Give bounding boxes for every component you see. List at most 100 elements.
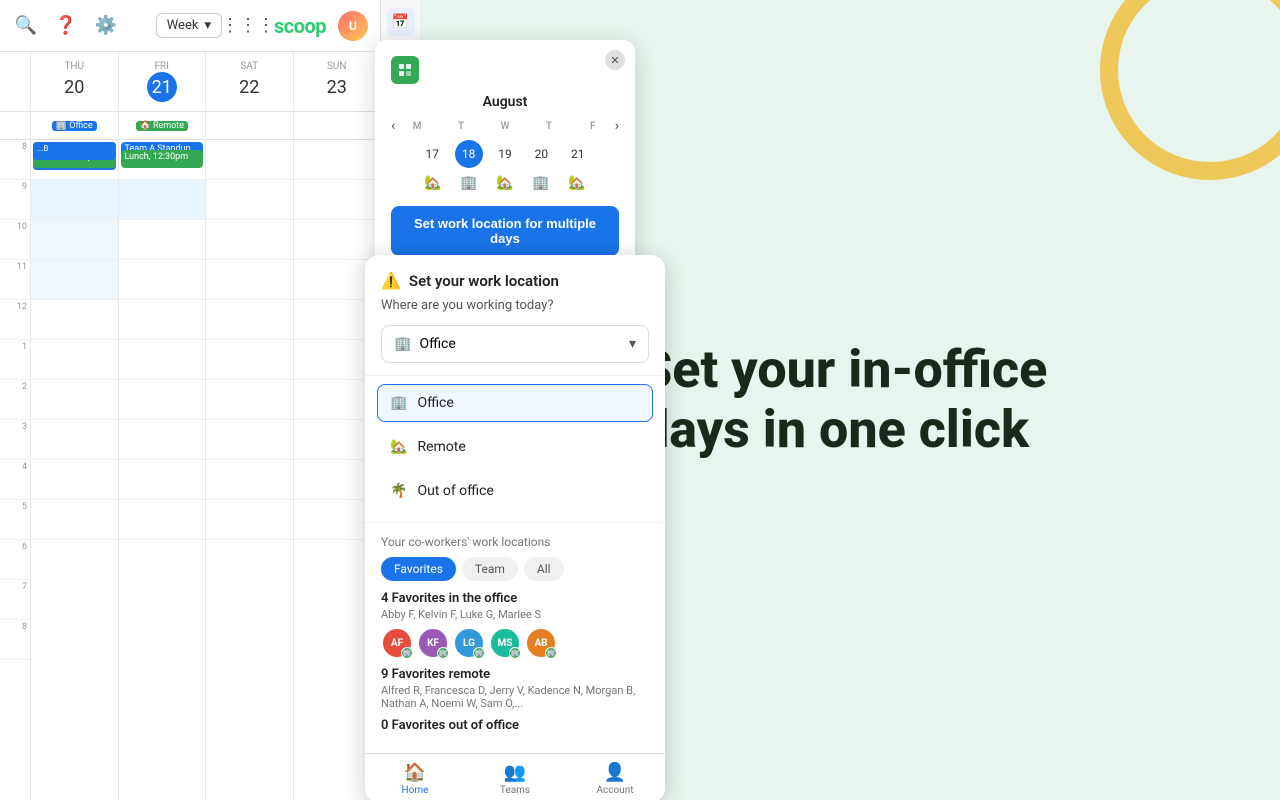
group-remote: 9 Favorites remote Alfred R, Francesca D… (381, 667, 649, 710)
mini-day-19[interactable]: 19 (491, 140, 519, 168)
sun-status-chip (293, 112, 381, 139)
search-icon[interactable]: 🔍 (12, 12, 40, 40)
event-flow-thu[interactable]: ...B (33, 142, 116, 160)
option-office-label: Office (417, 395, 453, 411)
popup-close-button[interactable]: ✕ (605, 50, 625, 70)
nav-home-label: Home (402, 785, 429, 796)
side-calendar-icon[interactable]: 📅 (387, 8, 415, 36)
location-picker-header: ⚠️ Set your work location Where are you … (365, 255, 665, 376)
icon-20: 🏢 (523, 172, 559, 194)
office-building-icon: 🏢 (394, 336, 411, 352)
nav-account[interactable]: 👤 Account (565, 758, 665, 800)
group-out-of-office: 0 Favorites out of office (381, 718, 649, 733)
nav-home[interactable]: 🏠 Home (365, 758, 465, 800)
sat-column (205, 140, 293, 800)
nav-account-label: Account (596, 785, 633, 796)
chevron-down-icon: ▾ (204, 18, 211, 33)
col-thu: THU 20 (30, 52, 118, 111)
out-of-office-icon: 🌴 (390, 483, 407, 499)
bottom-navigation: 🏠 Home 👥 Teams 👤 Account (365, 753, 665, 800)
day-header-w: W (483, 119, 527, 134)
group-remote-title: 9 Favorites remote (381, 667, 649, 682)
thu-column: Team A Standup, 9:0 Feedback Session 10 … (30, 140, 118, 800)
sat-status-chip (205, 112, 293, 139)
selected-location-label: Office (419, 336, 455, 352)
settings-icon[interactable]: ⚙️ (92, 12, 120, 40)
tab-team[interactable]: Team (462, 557, 518, 581)
location-dropdown[interactable]: 🏢 Office ▾ (381, 325, 649, 363)
marketing-headline: Set your in-office days in one click (640, 340, 1060, 460)
tab-favorites[interactable]: Favorites (381, 557, 456, 581)
col-fri: FRI 21 (118, 52, 206, 111)
day-num-sat: 22 (234, 72, 264, 102)
nav-teams-label: Teams (500, 785, 530, 796)
help-icon[interactable]: ❓ (52, 12, 80, 40)
day-name-fri: FRI (155, 61, 169, 72)
coworkers-title: Your co-workers' work locations (381, 535, 649, 549)
avatar-kf: KF🏢 (417, 627, 449, 659)
mini-day-21[interactable]: 21 (564, 140, 592, 168)
time-gutter (0, 52, 30, 111)
next-month-button[interactable]: › (615, 118, 619, 134)
tab-all[interactable]: All (524, 557, 564, 581)
group-office-avatars: AF🏢 KF🏢 LG🏢 MS🏢 AB🏢 (381, 627, 649, 659)
status-chips-row: 🏢 Office 🏠 Remote (0, 112, 380, 140)
fri-status-chip: 🏠 Remote (118, 112, 206, 139)
teams-icon: 👥 (504, 762, 526, 783)
warning-icon: ⚠️ (381, 271, 401, 290)
avatar: U (338, 11, 368, 41)
set-location-button[interactable]: Set work location for multiple days (391, 206, 619, 256)
calendar-section: 🔍 ❓ ⚙️ Week ▾ ⋮⋮⋮ scoop U THU 20 FRI 21 … (0, 0, 380, 800)
mini-day-20[interactable]: 20 (527, 140, 555, 168)
group-remote-names: Alfred R, Francesca D, Jerry V, Kadence … (381, 684, 649, 710)
mini-day-17[interactable]: 17 (418, 140, 446, 168)
option-out-of-office-label: Out of office (417, 483, 493, 499)
location-options: 🏢 Office 🏡 Remote 🌴 Out of office (365, 376, 665, 522)
group-oof-title: 0 Favorites out of office (381, 718, 649, 733)
dropdown-arrow-icon: ▾ (629, 336, 636, 352)
group-office-names: Abby F, Kelvin F, Luke G, Marlee S (381, 608, 649, 621)
avatar-lg: LG🏢 (453, 627, 485, 659)
week-selector[interactable]: Week ▾ (156, 13, 222, 38)
coworkers-section: Your co-workers' work locations Favorite… (365, 522, 665, 753)
popup-area: ✕ August ‹ M T W T F › 17 (375, 40, 695, 800)
avatar-ms: MS🏢 (489, 627, 521, 659)
day-header-m: M (395, 119, 439, 134)
icon-17: 🏡 (415, 172, 451, 194)
toolbar: 🔍 ❓ ⚙️ Week ▾ ⋮⋮⋮ scoop U (0, 0, 380, 52)
day-header-f: F (571, 119, 615, 134)
group-office-title: 4 Favorites in the office (381, 591, 649, 606)
location-picker-popup: ⚠️ Set your work location Where are you … (365, 255, 665, 800)
day-name-thu: THU (64, 61, 84, 72)
col-sat: SAT 22 (205, 52, 293, 111)
day-header-t1: T (439, 119, 483, 134)
option-office[interactable]: 🏢 Office (377, 384, 653, 422)
mini-calendar-popup: ✕ August ‹ M T W T F › 17 (375, 40, 635, 272)
day-num-fri: 21 (147, 72, 177, 102)
day-num-thu: 20 (59, 72, 89, 102)
thu-status-chip: 🏢 Office (30, 112, 118, 139)
avatar-af: AF🏢 (381, 627, 413, 659)
week-label: Week (167, 18, 199, 33)
group-office: 4 Favorites in the office Abby F, Kelvin… (381, 591, 649, 659)
time-column: 8 9 10 11 12 1 2 3 4 5 6 7 8 (0, 140, 30, 800)
icon-18: 🏢 (451, 172, 487, 194)
icon-19: 🏡 (487, 172, 523, 194)
mini-day-18[interactable]: 18 (455, 140, 483, 168)
day-header-t2: T (527, 119, 571, 134)
event-lunch-fri[interactable]: Lunch, 12:30pm (121, 150, 204, 168)
grid-icon[interactable]: ⋮⋮⋮ (234, 12, 262, 40)
option-remote[interactable]: 🏡 Remote (377, 428, 653, 466)
account-icon: 👤 (604, 762, 626, 783)
home-icon: 🏠 (404, 762, 426, 783)
filter-tabs: Favorites Team All (381, 557, 649, 581)
remote-icon: 🏡 (390, 439, 407, 455)
icon-21: 🏡 (559, 172, 595, 194)
col-sun: SUN 23 (293, 52, 381, 111)
scoop-badge (391, 56, 419, 84)
day-num-sun: 23 (322, 72, 352, 102)
nav-teams[interactable]: 👥 Teams (465, 758, 565, 800)
option-remote-label: Remote (417, 439, 465, 455)
day-name-sun: SUN (327, 61, 347, 72)
option-out-of-office[interactable]: 🌴 Out of office (377, 472, 653, 510)
